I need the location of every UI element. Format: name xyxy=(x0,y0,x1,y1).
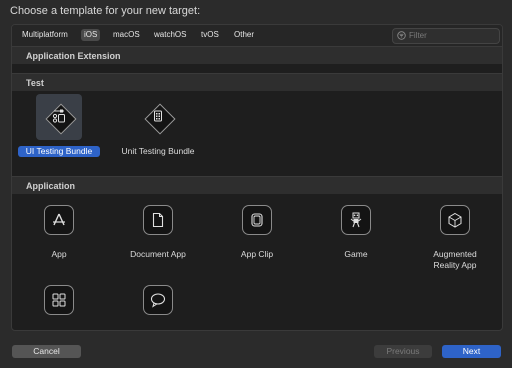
template-document-app[interactable]: Document App xyxy=(116,205,200,259)
message-bubble-icon xyxy=(143,285,173,315)
sticker-grid-icon xyxy=(44,285,74,315)
template-label: Game xyxy=(344,249,368,259)
template-game[interactable]: Game xyxy=(314,205,398,259)
section-label: Test xyxy=(26,78,44,88)
previous-button[interactable]: Previous xyxy=(374,345,432,358)
tab-watchos[interactable]: watchOS xyxy=(151,29,189,41)
tab-macos[interactable]: macOS xyxy=(110,29,143,41)
dialog-title: Choose a template for your new target: xyxy=(10,5,201,17)
unit-testing-icon xyxy=(135,94,181,140)
ui-testing-icon xyxy=(36,94,82,140)
template-app-clip[interactable]: App Clip xyxy=(215,205,299,259)
filter-placeholder: Filter xyxy=(409,31,427,40)
document-icon xyxy=(143,205,173,235)
template-panel: Multiplatform iOS macOS watchOS tvOS Oth… xyxy=(11,24,503,331)
platform-tab-bar: Multiplatform iOS macOS watchOS tvOS Oth… xyxy=(12,25,502,46)
tab-ios[interactable]: iOS xyxy=(81,29,101,41)
template-label: App xyxy=(51,249,67,259)
template-app[interactable]: App xyxy=(17,205,101,259)
section-application-extension: Application Extension xyxy=(12,46,502,64)
filter-field[interactable]: Filter xyxy=(392,28,500,44)
tab-tvos[interactable]: tvOS xyxy=(198,29,222,41)
next-button[interactable]: Next xyxy=(442,345,501,358)
cancel-button[interactable]: Cancel xyxy=(12,345,81,358)
template-label: Unit Testing Bundle xyxy=(121,146,195,156)
template-ui-testing-bundle[interactable]: UI Testing Bundle xyxy=(17,94,101,158)
app-clip-icon xyxy=(242,205,272,235)
section-spacer xyxy=(12,64,502,73)
tab-other[interactable]: Other xyxy=(231,29,257,41)
section-label: Application xyxy=(26,181,75,191)
app-icon xyxy=(44,205,74,235)
template-unit-testing-bundle[interactable]: Unit Testing Bundle xyxy=(116,94,200,174)
template-label: Document App xyxy=(130,249,186,259)
ar-cube-icon xyxy=(440,205,470,235)
template-label: App Clip xyxy=(240,249,274,259)
tab-multiplatform[interactable]: Multiplatform xyxy=(19,29,71,41)
template-augmented-reality-app[interactable]: Augmented Reality App xyxy=(413,205,497,271)
section-label: Application Extension xyxy=(26,51,121,61)
section-application: Application xyxy=(12,176,502,194)
template-imessage-app[interactable] xyxy=(116,285,200,330)
template-label: Augmented Reality App xyxy=(433,249,477,270)
template-label: UI Testing Bundle xyxy=(18,146,100,157)
template-sticker-pack-app[interactable] xyxy=(17,285,101,330)
game-icon xyxy=(341,205,371,235)
filter-icon xyxy=(397,31,406,40)
section-test: Test xyxy=(12,73,502,91)
